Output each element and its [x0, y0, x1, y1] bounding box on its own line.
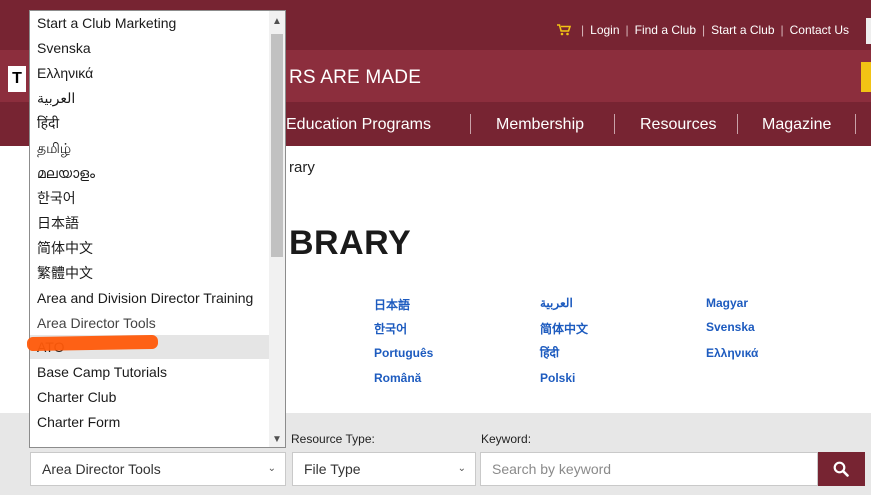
nav-divider	[737, 114, 738, 134]
category-select-value: Area Director Tools	[42, 461, 161, 477]
nav-magazine[interactable]: Magazine	[762, 116, 831, 134]
category-dropdown-list[interactable]: Start a Club Marketing Svenska Ελληνικά …	[29, 10, 286, 448]
link-divider: |	[780, 23, 784, 37]
utility-links: | Login | Find a Club | Start a Club | C…	[557, 23, 849, 37]
language-link[interactable]: Magyar	[706, 296, 748, 310]
language-link[interactable]: العربية	[540, 296, 573, 310]
nav-resources[interactable]: Resources	[640, 116, 716, 134]
language-link[interactable]: हिंदी	[540, 344, 559, 361]
search-button[interactable]	[818, 452, 865, 486]
resource-type-label: Resource Type:	[291, 432, 375, 446]
keyword-search-input[interactable]	[480, 452, 818, 486]
dropdown-option[interactable]: Base Camp Tutorials	[30, 360, 270, 384]
page-title: BRARY	[289, 224, 412, 262]
language-link[interactable]: Română	[374, 371, 421, 385]
nav-divider	[614, 114, 615, 134]
link-divider: |	[581, 23, 585, 37]
dropdown-scrollbar-thumb[interactable]	[271, 34, 283, 257]
language-link[interactable]: 日本語	[374, 296, 410, 313]
login-link[interactable]: Login	[590, 23, 619, 37]
find-a-club-link[interactable]: Find a Club	[635, 23, 696, 37]
dropdown-option[interactable]: 繁體中文	[30, 261, 270, 285]
orange-highlight-annotation	[26, 334, 159, 352]
nav-education-programs[interactable]: Education Programs	[286, 116, 431, 134]
language-link[interactable]: 한국어	[374, 320, 407, 337]
chevron-down-icon: ⌄	[267, 463, 276, 474]
resource-type-value: File Type	[304, 461, 361, 477]
dropdown-option[interactable]: Charter Club	[30, 385, 270, 409]
dropdown-option[interactable]: Ελληνικά	[30, 61, 270, 85]
resource-type-select[interactable]: File Type ⌄	[292, 452, 476, 486]
language-link[interactable]: Português	[374, 346, 433, 360]
link-divider: |	[625, 23, 629, 37]
language-link[interactable]: Svenska	[706, 320, 755, 334]
scroll-down-arrow-icon[interactable]: ▼	[272, 434, 282, 445]
chevron-down-icon: ⌄	[457, 463, 466, 474]
dropdown-option[interactable]: Start a Club Marketing	[30, 11, 270, 35]
site-tagline: RS ARE MADE	[289, 67, 422, 88]
scroll-up-arrow-icon[interactable]: ▲	[272, 16, 282, 27]
contact-us-link[interactable]: Contact Us	[790, 23, 849, 37]
language-select-edge[interactable]	[866, 18, 871, 44]
cart-icon[interactable]	[557, 24, 572, 36]
dropdown-option[interactable]: Charter Form	[30, 410, 270, 434]
dropdown-option[interactable]: Area and Division Director Training	[30, 286, 270, 310]
dropdown-option[interactable]: 한국어	[30, 186, 270, 210]
header-action-button[interactable]	[861, 62, 871, 92]
category-select[interactable]: Area Director Tools ⌄	[30, 452, 286, 486]
language-link[interactable]: Polski	[540, 371, 575, 385]
search-icon	[833, 461, 849, 477]
nav-divider	[470, 114, 471, 134]
dropdown-option[interactable]: Svenska	[30, 36, 270, 60]
dropdown-option[interactable]: 日本語	[30, 211, 270, 235]
dropdown-option[interactable]: தமிழ்	[30, 136, 270, 160]
language-link[interactable]: 简体中文	[540, 320, 588, 337]
dropdown-option-marked[interactable]: Area Director Tools	[30, 311, 270, 335]
nav-divider	[855, 114, 856, 134]
dropdown-option[interactable]: العربية	[30, 86, 270, 110]
site-logo[interactable]: T	[8, 66, 26, 92]
nav-membership[interactable]: Membership	[496, 116, 584, 134]
language-link[interactable]: Ελληνικά	[706, 346, 758, 360]
dropdown-option[interactable]: हिंदी	[30, 111, 270, 135]
breadcrumb[interactable]: rary	[289, 159, 315, 176]
keyword-label: Keyword:	[481, 432, 532, 446]
link-divider: |	[702, 23, 706, 37]
start-a-club-link[interactable]: Start a Club	[711, 23, 774, 37]
dropdown-option[interactable]: മലയാളം	[30, 161, 270, 185]
dropdown-option[interactable]: 简体中文	[30, 236, 270, 260]
